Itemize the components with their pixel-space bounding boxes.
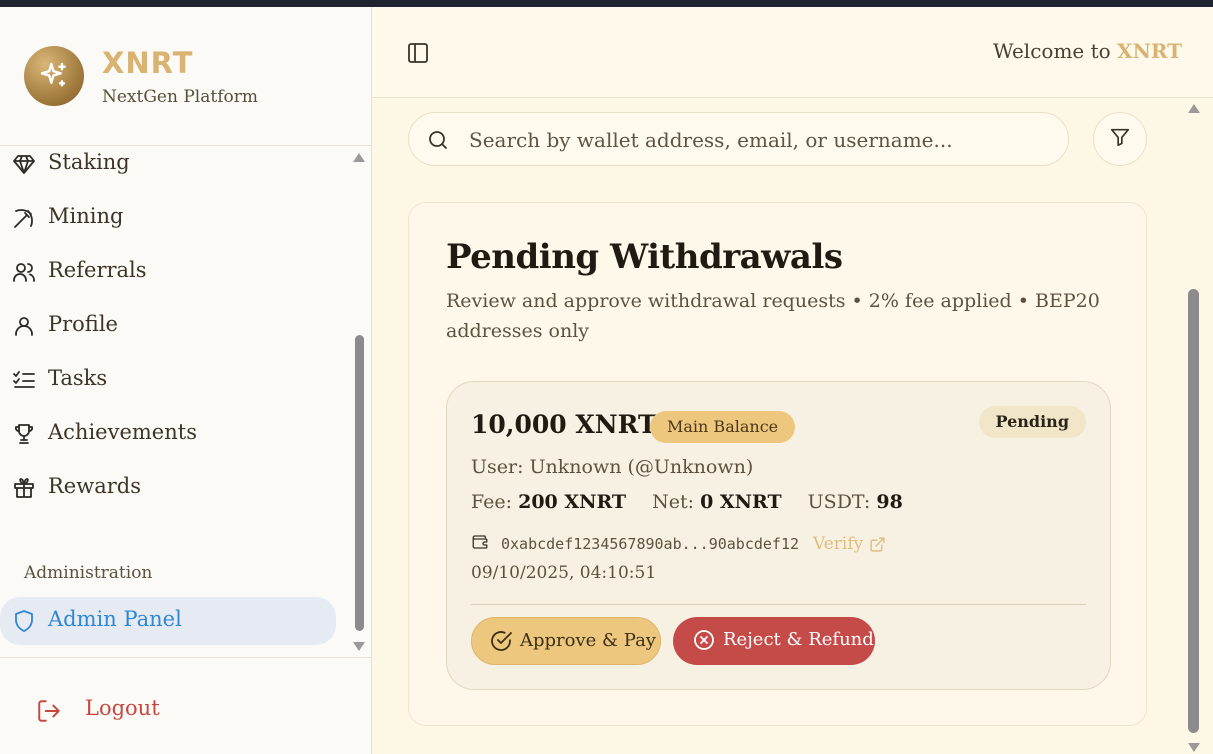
withdrawal-user: User: Unknown (@Unknown)	[471, 456, 754, 478]
sidebar-item-label: Admin Panel	[48, 607, 182, 631]
sidebar-item-label: Profile	[48, 312, 118, 336]
brand-title: XNRT	[102, 46, 194, 80]
scroll-up-arrow[interactable]	[353, 153, 365, 162]
main-content: Pending Withdrawals Review and approve w…	[372, 98, 1213, 754]
wallet-address: 0xabcdef1234567890ab...90abcdef12	[501, 535, 800, 553]
verify-label: Verify	[813, 534, 864, 554]
scroll-up-arrow[interactable]	[1188, 104, 1200, 113]
filter-button[interactable]	[1093, 112, 1147, 166]
search-icon	[426, 128, 450, 152]
sidebar-toggle-icon[interactable]	[406, 41, 430, 65]
filter-icon	[1109, 126, 1131, 152]
approve-pay-button[interactable]: Approve & Pay	[471, 617, 661, 665]
logout-area: Logout	[0, 657, 371, 754]
gem-icon	[12, 152, 36, 176]
card-divider	[471, 604, 1086, 605]
top-header: Welcome to XNRT	[372, 7, 1213, 98]
pending-withdrawals-panel: Pending Withdrawals Review and approve w…	[408, 202, 1147, 726]
shield-icon	[12, 609, 36, 633]
panel-title: Pending Withdrawals	[446, 237, 843, 277]
net-label: Net:	[652, 491, 695, 513]
sidebar-item-label: Referrals	[48, 258, 147, 282]
sparkles-icon	[24, 46, 84, 106]
sidebar-item-label: Staking	[48, 150, 130, 174]
scrollbar-thumb[interactable]	[355, 335, 364, 631]
wallet-icon	[471, 533, 489, 555]
sidebar-item-label: Achievements	[48, 420, 197, 444]
wallet-address-row: 0xabcdef1234567890ab...90abcdef12 Verify	[471, 533, 886, 555]
withdrawal-card: 10,000 XNRT Main Balance Pending User: U…	[446, 381, 1111, 690]
sidebar-item-referrals[interactable]: Referrals	[0, 252, 340, 292]
status-badge: Pending	[978, 406, 1086, 438]
welcome-text: Welcome to XNRT	[993, 39, 1182, 63]
sidebar-item-admin-panel[interactable]: Admin Panel	[0, 597, 336, 645]
window-top-strip	[0, 0, 1213, 7]
trophy-icon	[12, 422, 36, 446]
fee-summary: Fee: 200 XNRT Net: 0 XNRT USDT: 98	[471, 491, 903, 513]
sidebar-item-profile[interactable]: Profile	[0, 306, 340, 346]
user-icon	[12, 314, 36, 338]
sidebar-item-mining[interactable]: Mining	[0, 198, 340, 238]
x-circle-icon	[692, 628, 716, 656]
scroll-down-arrow[interactable]	[1188, 743, 1200, 752]
gift-icon	[12, 476, 36, 500]
users-icon	[12, 260, 36, 284]
approve-label: Approve & Pay	[520, 630, 656, 651]
search-input[interactable]	[469, 123, 1049, 157]
fee-value: 200 XNRT	[518, 491, 627, 513]
sidebar-item-staking[interactable]: Staking	[0, 144, 340, 184]
reject-refund-button[interactable]: Reject & Refund	[673, 617, 875, 665]
logout-icon	[36, 698, 62, 728]
sidebar-item-achievements[interactable]: Achievements	[0, 414, 340, 454]
brand-subtitle: NextGen Platform	[102, 87, 258, 107]
sidebar-item-label: Mining	[48, 204, 124, 228]
panel-description: Review and approve withdrawal requests •…	[446, 290, 1100, 342]
sidebar-item-tasks[interactable]: Tasks	[0, 360, 340, 400]
main-scrollbar[interactable]	[1186, 98, 1202, 754]
pickaxe-icon	[12, 206, 36, 230]
sidebar: XNRT NextGen Platform Staking Mining Ref…	[0, 7, 372, 754]
list-checks-icon	[12, 368, 36, 392]
welcome-prefix: Welcome to	[993, 39, 1111, 63]
sidebar-item-rewards[interactable]: Rewards	[0, 468, 340, 508]
reject-label: Reject & Refund	[723, 629, 874, 650]
sidebar-item-label: Tasks	[48, 366, 108, 390]
scroll-down-arrow[interactable]	[353, 642, 365, 651]
withdrawal-date: 09/10/2025, 04:10:51	[471, 563, 657, 583]
external-link-icon	[869, 536, 886, 553]
logout-label: Logout	[85, 696, 160, 720]
verify-link[interactable]: Verify	[813, 534, 886, 554]
section-label-administration: Administration	[24, 563, 153, 583]
brand-header: XNRT NextGen Platform	[0, 7, 371, 146]
check-circle-icon	[489, 629, 513, 657]
source-badge: Main Balance	[650, 411, 796, 443]
sidebar-item-label: Rewards	[48, 474, 141, 498]
usdt-label: USDT:	[807, 491, 871, 513]
net-value: 0 XNRT	[700, 491, 782, 513]
scrollbar-thumb[interactable]	[1188, 289, 1199, 733]
fee-label: Fee:	[471, 491, 513, 513]
sidebar-scrollbar[interactable]	[351, 147, 368, 659]
withdrawal-amount: 10,000 XNRT	[471, 410, 657, 439]
welcome-brand: XNRT	[1117, 39, 1182, 63]
search-bar[interactable]	[408, 112, 1069, 166]
usdt-value: 98	[876, 491, 903, 513]
